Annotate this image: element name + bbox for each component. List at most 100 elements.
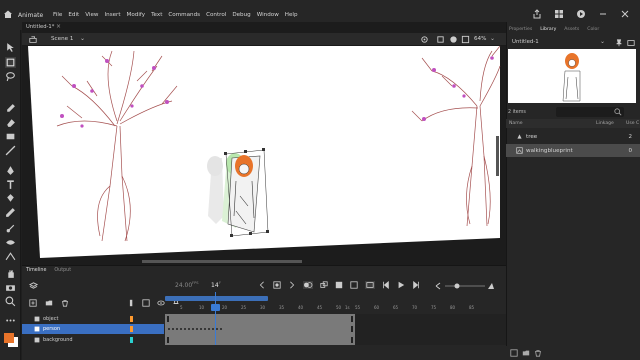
play-icon[interactable]	[397, 281, 405, 289]
free-transform-tool-icon[interactable]	[5, 57, 16, 68]
visibility-icon[interactable]	[157, 299, 165, 307]
brush-tool-icon[interactable]	[5, 103, 16, 114]
fps-value[interactable]: 24.00	[175, 282, 192, 289]
layer-name: person	[43, 326, 61, 332]
library-item-tree[interactable]: tree 2	[506, 130, 640, 143]
menu-view[interactable]: View	[85, 12, 98, 18]
bone-tool-icon[interactable]	[5, 223, 16, 234]
menu-commands[interactable]: Commands	[168, 12, 200, 18]
home-icon[interactable]	[3, 9, 13, 19]
column-use-count[interactable]: Use C	[626, 121, 639, 126]
current-frame[interactable]: 14	[211, 282, 219, 289]
onion-skin-icon[interactable]	[303, 281, 313, 289]
menu-text[interactable]: Text	[151, 12, 162, 18]
camera-tool-icon[interactable]	[5, 282, 16, 293]
previous-icon[interactable]	[258, 281, 266, 289]
library-item-walkingblueprint[interactable]: walkingblueprint 0	[506, 144, 640, 157]
share-icon[interactable]	[532, 9, 542, 19]
hand-tool-icon[interactable]	[5, 268, 16, 279]
minimize-icon[interactable]	[598, 9, 608, 19]
lasso-tool-icon[interactable]	[5, 71, 16, 82]
frame-zoom-slider[interactable]	[435, 282, 495, 290]
eyedropper-tool-icon[interactable]	[5, 207, 16, 218]
scene-label[interactable]: Scene 1	[51, 36, 73, 42]
workspace-icon[interactable]	[554, 9, 564, 19]
motion-tween-icon[interactable]	[335, 281, 343, 289]
test-movie-icon[interactable]	[576, 9, 586, 19]
menu-file[interactable]: File	[53, 12, 62, 18]
layer-color-swatch[interactable]	[130, 316, 133, 322]
new-folder-icon[interactable]	[45, 299, 53, 307]
menu-debug[interactable]: Debug	[232, 12, 250, 18]
ruler-label: 55	[355, 305, 361, 310]
document-tab-close-icon[interactable]: ×	[56, 23, 61, 30]
clip-stage-icon[interactable]	[436, 35, 445, 44]
tab-output[interactable]: Output	[54, 268, 71, 273]
width-tool-icon[interactable]	[5, 237, 16, 248]
layer-person[interactable]: person	[22, 324, 164, 334]
step-back-icon[interactable]	[382, 281, 390, 289]
edit-multiple-frames-icon[interactable]	[320, 281, 328, 289]
selection-tool-icon[interactable]	[5, 42, 16, 53]
menu-modify[interactable]: Modify	[127, 12, 146, 18]
playhead[interactable]	[215, 292, 216, 345]
more-tools-icon[interactable]	[5, 315, 16, 326]
tab-properties[interactable]: Properties	[509, 27, 532, 32]
playhead-handle[interactable]	[211, 304, 220, 311]
chevron-down-icon[interactable]: ⌄	[600, 38, 605, 45]
layer-color-swatch[interactable]	[130, 326, 133, 332]
layers-icon[interactable]	[29, 281, 38, 290]
outline-icon[interactable]	[142, 299, 150, 307]
text-tool-icon[interactable]	[5, 179, 16, 190]
menu-control[interactable]: Control	[206, 12, 226, 18]
menu-window[interactable]: Window	[257, 12, 279, 18]
zoom-level[interactable]: 64%	[474, 36, 486, 42]
column-name[interactable]: Name	[509, 121, 523, 126]
zoom-chevron-icon[interactable]: ⌄	[490, 35, 495, 42]
menu-help[interactable]: Help	[285, 12, 298, 18]
document-tab[interactable]: Untitled-1*	[26, 24, 54, 30]
frames-empty-area[interactable]	[355, 314, 506, 345]
menu-insert[interactable]: Insert	[105, 12, 121, 18]
delete-icon[interactable]	[534, 349, 542, 357]
line-tool-icon[interactable]	[5, 145, 16, 156]
highlight-icon[interactable]	[128, 299, 135, 307]
layer-name: object	[43, 316, 59, 322]
menu-edit[interactable]: Edit	[68, 12, 79, 18]
shape-tween-icon[interactable]	[350, 281, 358, 289]
chevron-down-icon[interactable]: ⌄	[80, 35, 85, 42]
layer-background[interactable]: background	[22, 335, 164, 345]
layer-object[interactable]: object	[22, 314, 164, 324]
new-library-icon[interactable]	[627, 39, 635, 47]
edit-symbols-icon[interactable]	[449, 35, 458, 44]
edit-scene-icon[interactable]	[461, 35, 470, 44]
library-document-select[interactable]: Untitled-1	[512, 39, 539, 45]
fill-stroke-color-swatch[interactable]	[3, 332, 19, 348]
layer-color-swatch[interactable]	[130, 337, 133, 343]
tab-color[interactable]: Color	[587, 27, 599, 32]
next-icon[interactable]	[288, 281, 296, 289]
pen-tool-icon[interactable]	[5, 165, 16, 176]
pin-icon[interactable]	[615, 39, 623, 47]
eraser-tool-icon[interactable]	[5, 117, 16, 128]
zoom-tool-icon[interactable]	[5, 296, 16, 307]
rectangle-tool-icon[interactable]	[5, 131, 16, 142]
close-icon[interactable]	[620, 9, 630, 19]
center-stage-icon[interactable]	[420, 35, 429, 44]
bucket-tool-icon[interactable]	[5, 193, 16, 204]
tab-timeline[interactable]: Timeline	[26, 268, 46, 273]
new-folder-icon[interactable]	[522, 349, 530, 357]
loop-icon[interactable]	[365, 281, 375, 289]
tab-assets[interactable]: Assets	[564, 27, 579, 32]
delete-layer-icon[interactable]	[61, 299, 69, 307]
frames-grid[interactable]	[165, 314, 355, 345]
step-forward-icon[interactable]	[412, 281, 420, 289]
asset-warp-tool-icon[interactable]	[5, 251, 16, 262]
new-symbol-icon[interactable]	[510, 349, 518, 357]
frame-range-bar[interactable]	[165, 296, 268, 301]
tab-library[interactable]: Library	[540, 27, 556, 32]
column-linkage[interactable]: Linkage	[596, 121, 614, 126]
new-layer-icon[interactable]	[29, 299, 37, 307]
insert-keyframe-icon[interactable]	[273, 281, 281, 289]
stage-canvas[interactable]	[22, 46, 506, 265]
